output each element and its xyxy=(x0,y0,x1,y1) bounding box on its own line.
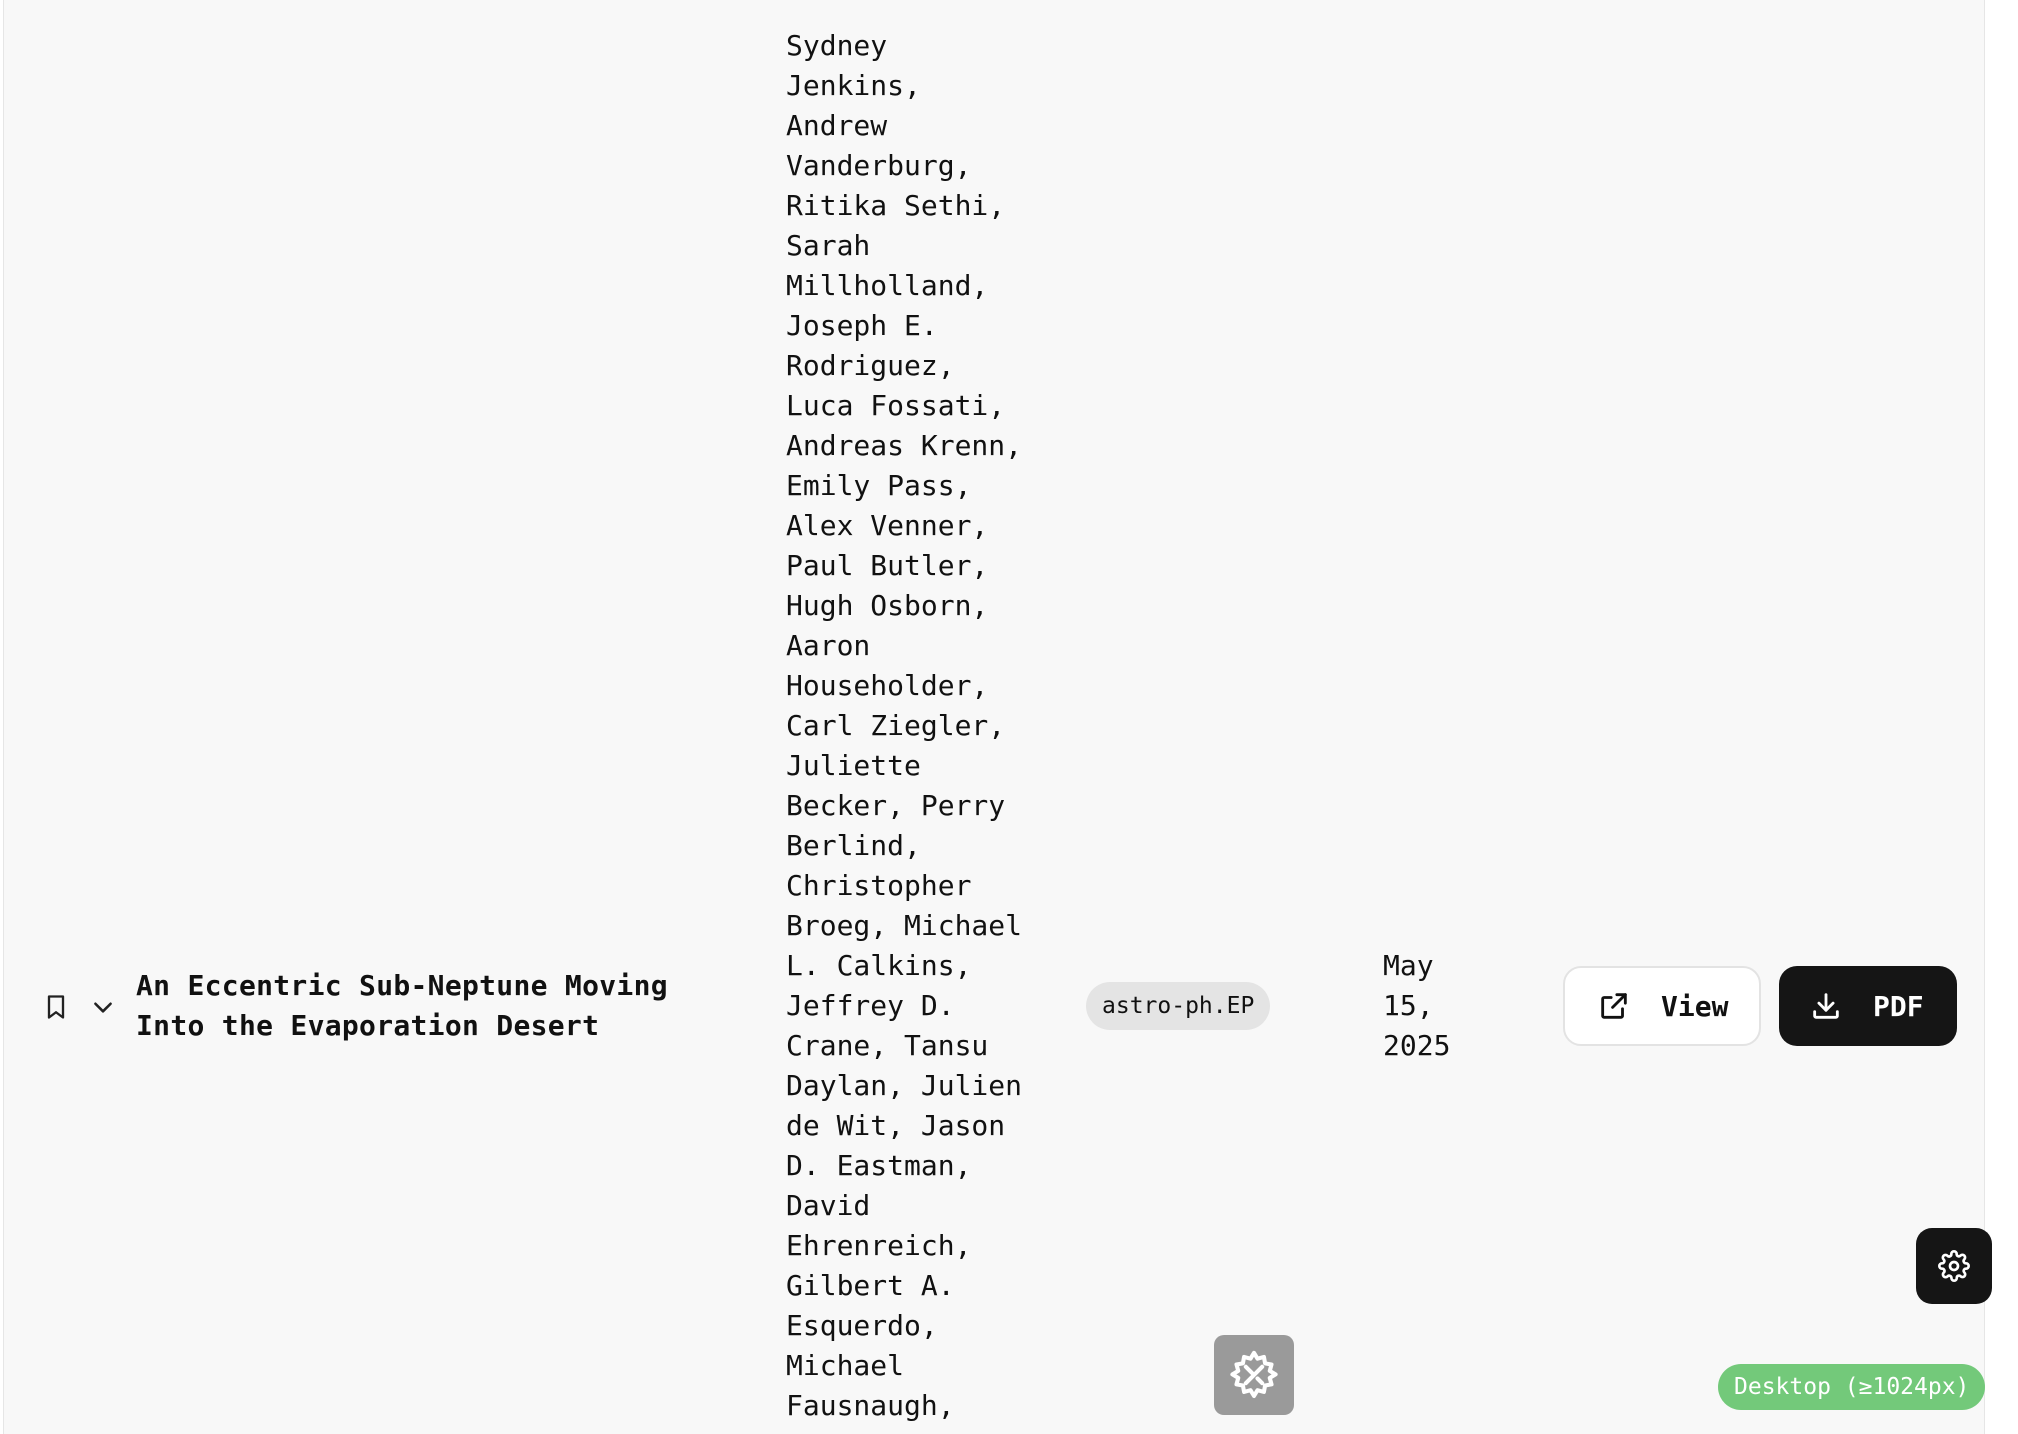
pdf-button-label: PDF xyxy=(1873,989,1924,1023)
download-icon xyxy=(1813,993,1839,1019)
bookmark-icon[interactable] xyxy=(42,990,70,1024)
gear-icon xyxy=(1938,1250,1970,1282)
paper-authors: Sydney Jenkins, Andrew Vanderburg, Ritik… xyxy=(786,29,1023,1422)
settings-button[interactable] xyxy=(1916,1228,1992,1304)
publication-date: May 15, 2025 xyxy=(1383,949,1451,1062)
paper-row: An Eccentric Sub-Neptune Moving Into the… xyxy=(4,0,1984,1434)
dev-tools-button[interactable] xyxy=(1214,1335,1294,1415)
gear-wrench-icon xyxy=(1230,1350,1278,1399)
paper-title[interactable]: An Eccentric Sub-Neptune Moving Into the… xyxy=(136,966,696,1046)
page: An Eccentric Sub-Neptune Moving Into the… xyxy=(0,0,2018,1434)
view-button-label: View xyxy=(1661,989,1729,1023)
paper-list-panel: An Eccentric Sub-Neptune Moving Into the… xyxy=(3,0,1985,1434)
pdf-download-button[interactable]: PDF xyxy=(1779,966,1957,1046)
chevron-down-icon[interactable] xyxy=(90,994,116,1020)
external-link-icon xyxy=(1601,993,1627,1019)
view-button[interactable]: View xyxy=(1563,966,1761,1046)
viewport-badge: Desktop (≥1024px) xyxy=(1718,1364,1986,1410)
category-badge: astro-ph.EP xyxy=(1086,982,1271,1030)
